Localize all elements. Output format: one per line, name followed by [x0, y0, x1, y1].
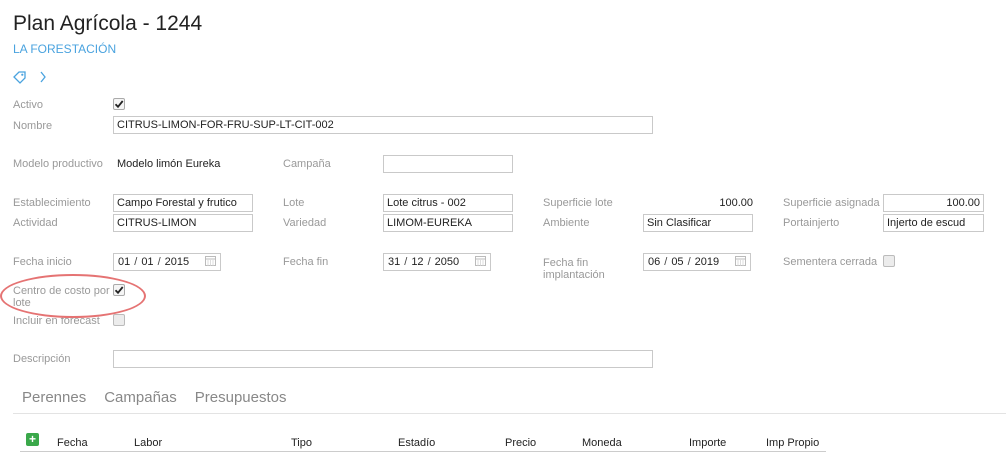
column-estadio[interactable]: Estadío — [398, 437, 435, 449]
variedad-field[interactable]: LIMOM-EUREKA — [383, 214, 513, 232]
calendar-icon[interactable] — [735, 255, 746, 269]
sementera-cerrada-checkbox[interactable] — [883, 255, 895, 267]
grid-header: + Fecha Labor Tipo Estadío Precio Moneda… — [20, 432, 826, 452]
company-link[interactable]: LA FORESTACIÓN — [13, 42, 116, 56]
establecimiento-field[interactable]: Campo Forestal y frutico — [113, 194, 253, 212]
column-moneda[interactable]: Moneda — [582, 437, 622, 449]
variedad-label: Variedad — [283, 217, 327, 229]
column-precio[interactable]: Precio — [505, 437, 536, 449]
modelo-label: Modelo productivo — [13, 158, 103, 170]
establecimiento-label: Establecimiento — [13, 197, 91, 209]
column-tipo[interactable]: Tipo — [291, 437, 312, 449]
descripcion-field[interactable] — [113, 350, 653, 368]
day: 01 — [118, 256, 131, 268]
fecha-fin-field[interactable]: 31/ 12/ 2050 — [383, 253, 491, 271]
activo-label: Activo — [13, 99, 43, 111]
year: 2050 — [434, 256, 460, 268]
header-icons — [13, 70, 47, 89]
campana-field[interactable] — [383, 155, 513, 173]
fecha-inicio-field[interactable]: 01/ 01/ 2015 — [113, 253, 221, 271]
date-separator: / — [157, 256, 161, 268]
highlight-ellipse — [0, 274, 146, 318]
incluir-forecast-checkbox[interactable] — [113, 314, 125, 326]
lote-field[interactable]: Lote citrus - 002 — [383, 194, 513, 212]
fecha-fin-implantacion-label: Fecha fin implantación — [543, 257, 605, 281]
fecha-fin-label: Fecha fin — [283, 256, 329, 268]
page-title: Plan Agrícola - 1244 — [13, 12, 203, 35]
ambiente-label: Ambiente — [543, 217, 590, 229]
tab-perennes[interactable]: Perennes — [13, 388, 95, 413]
tab-bar: Perennes Campañas Presupuestos — [13, 388, 1006, 414]
modelo-value: Modelo limón Eureka — [117, 158, 221, 170]
year: 2019 — [694, 256, 720, 268]
calendar-icon[interactable] — [205, 255, 216, 269]
actividad-field[interactable]: CITRUS-LIMON — [113, 214, 253, 232]
nombre-field[interactable]: CITRUS-LIMON-FOR-FRU-SUP-LT-CIT-002 — [113, 116, 653, 134]
sementera-cerrada-label: Sementera cerrada — [783, 256, 878, 268]
nombre-label: Nombre — [13, 120, 53, 132]
column-importe[interactable]: Importe — [689, 437, 726, 449]
fecha-inicio-label: Fecha inicio — [13, 256, 72, 268]
campana-label: Campaña — [283, 158, 331, 170]
ambiente-field[interactable]: Sin Clasificar — [643, 214, 753, 232]
superficie-asignada-field[interactable]: 100.00 — [883, 194, 984, 212]
month: 12 — [411, 256, 424, 268]
superficie-lote-value: 100.00 — [719, 197, 753, 209]
column-imp-propio[interactable]: Imp Propio — [766, 437, 819, 449]
year: 2015 — [164, 256, 190, 268]
date-separator: / — [687, 256, 691, 268]
chevron-right-icon[interactable] — [39, 70, 47, 89]
portainjerto-field[interactable]: Injerto de escud — [883, 214, 984, 232]
day: 06 — [648, 256, 661, 268]
date-separator: / — [664, 256, 668, 268]
date-separator: / — [404, 256, 408, 268]
actividad-label: Actividad — [13, 217, 58, 229]
fecha-fin-implantacion-field[interactable]: 06/ 05/ 2019 — [643, 253, 751, 271]
superficie-asignada-label: Superficie asignada — [783, 197, 880, 209]
tab-campanas[interactable]: Campañas — [95, 388, 186, 413]
column-fecha[interactable]: Fecha — [57, 437, 88, 449]
portainjerto-label: Portainjerto — [783, 217, 840, 229]
calendar-icon[interactable] — [475, 255, 486, 269]
month: 05 — [671, 256, 684, 268]
month: 01 — [141, 256, 154, 268]
date-separator: / — [134, 256, 138, 268]
activo-checkbox[interactable] — [113, 98, 125, 110]
superficie-lote-label: Superficie lote — [543, 197, 613, 209]
descripcion-label: Descripción — [13, 353, 71, 365]
lote-label: Lote — [283, 197, 305, 209]
tab-presupuestos[interactable]: Presupuestos — [186, 388, 296, 413]
check-icon — [114, 100, 124, 109]
column-labor[interactable]: Labor — [134, 437, 162, 449]
date-separator: / — [427, 256, 431, 268]
add-row-button[interactable]: + — [26, 433, 39, 446]
day: 31 — [388, 256, 401, 268]
tag-icon[interactable] — [13, 70, 27, 89]
